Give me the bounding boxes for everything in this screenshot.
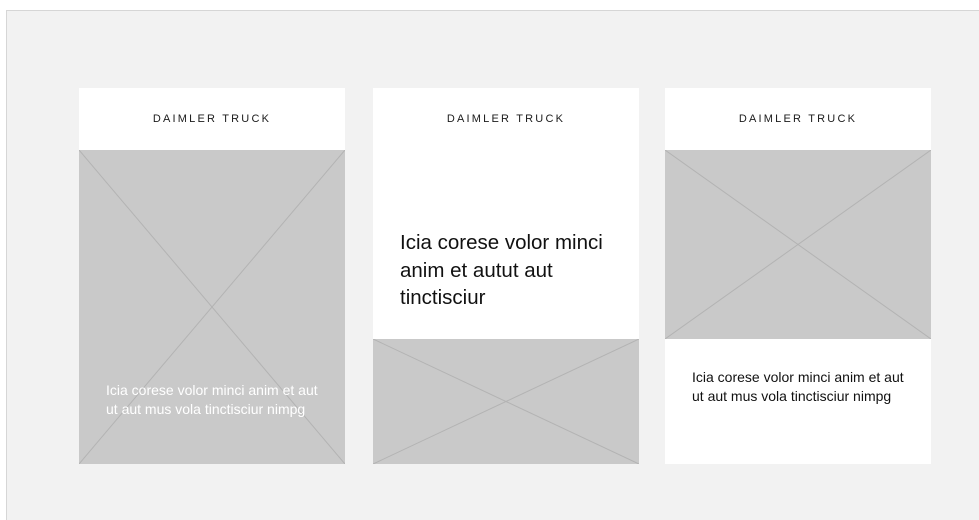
brand-logo: DAIMLER TRUCK — [373, 88, 639, 150]
card-headline-text: Icia corese volor minci anim et autut au… — [400, 231, 603, 309]
placeholder-cross-icon — [373, 339, 639, 464]
placeholder-cross-icon — [665, 150, 931, 339]
brand-logo: DAIMLER TRUCK — [665, 88, 931, 150]
image-placeholder — [373, 339, 639, 464]
brand-logo: DAIMLER TRUCK — [79, 88, 345, 150]
image-placeholder — [665, 150, 931, 339]
card-caption: Icia corese volor minci anim et aut ut a… — [106, 382, 318, 417]
card-image-overlay[interactable]: DAIMLER TRUCK Icia corese volor minci an… — [79, 88, 345, 464]
card-image-top[interactable]: DAIMLER TRUCK Icia corese volor minci an… — [665, 88, 931, 464]
card-caption: Icia corese volor minci anim et aut ut a… — [692, 369, 904, 404]
wireframe-canvas: DAIMLER TRUCK Icia corese volor minci an… — [6, 10, 979, 520]
card-headline[interactable]: DAIMLER TRUCK Icia corese volor minci an… — [373, 88, 639, 464]
